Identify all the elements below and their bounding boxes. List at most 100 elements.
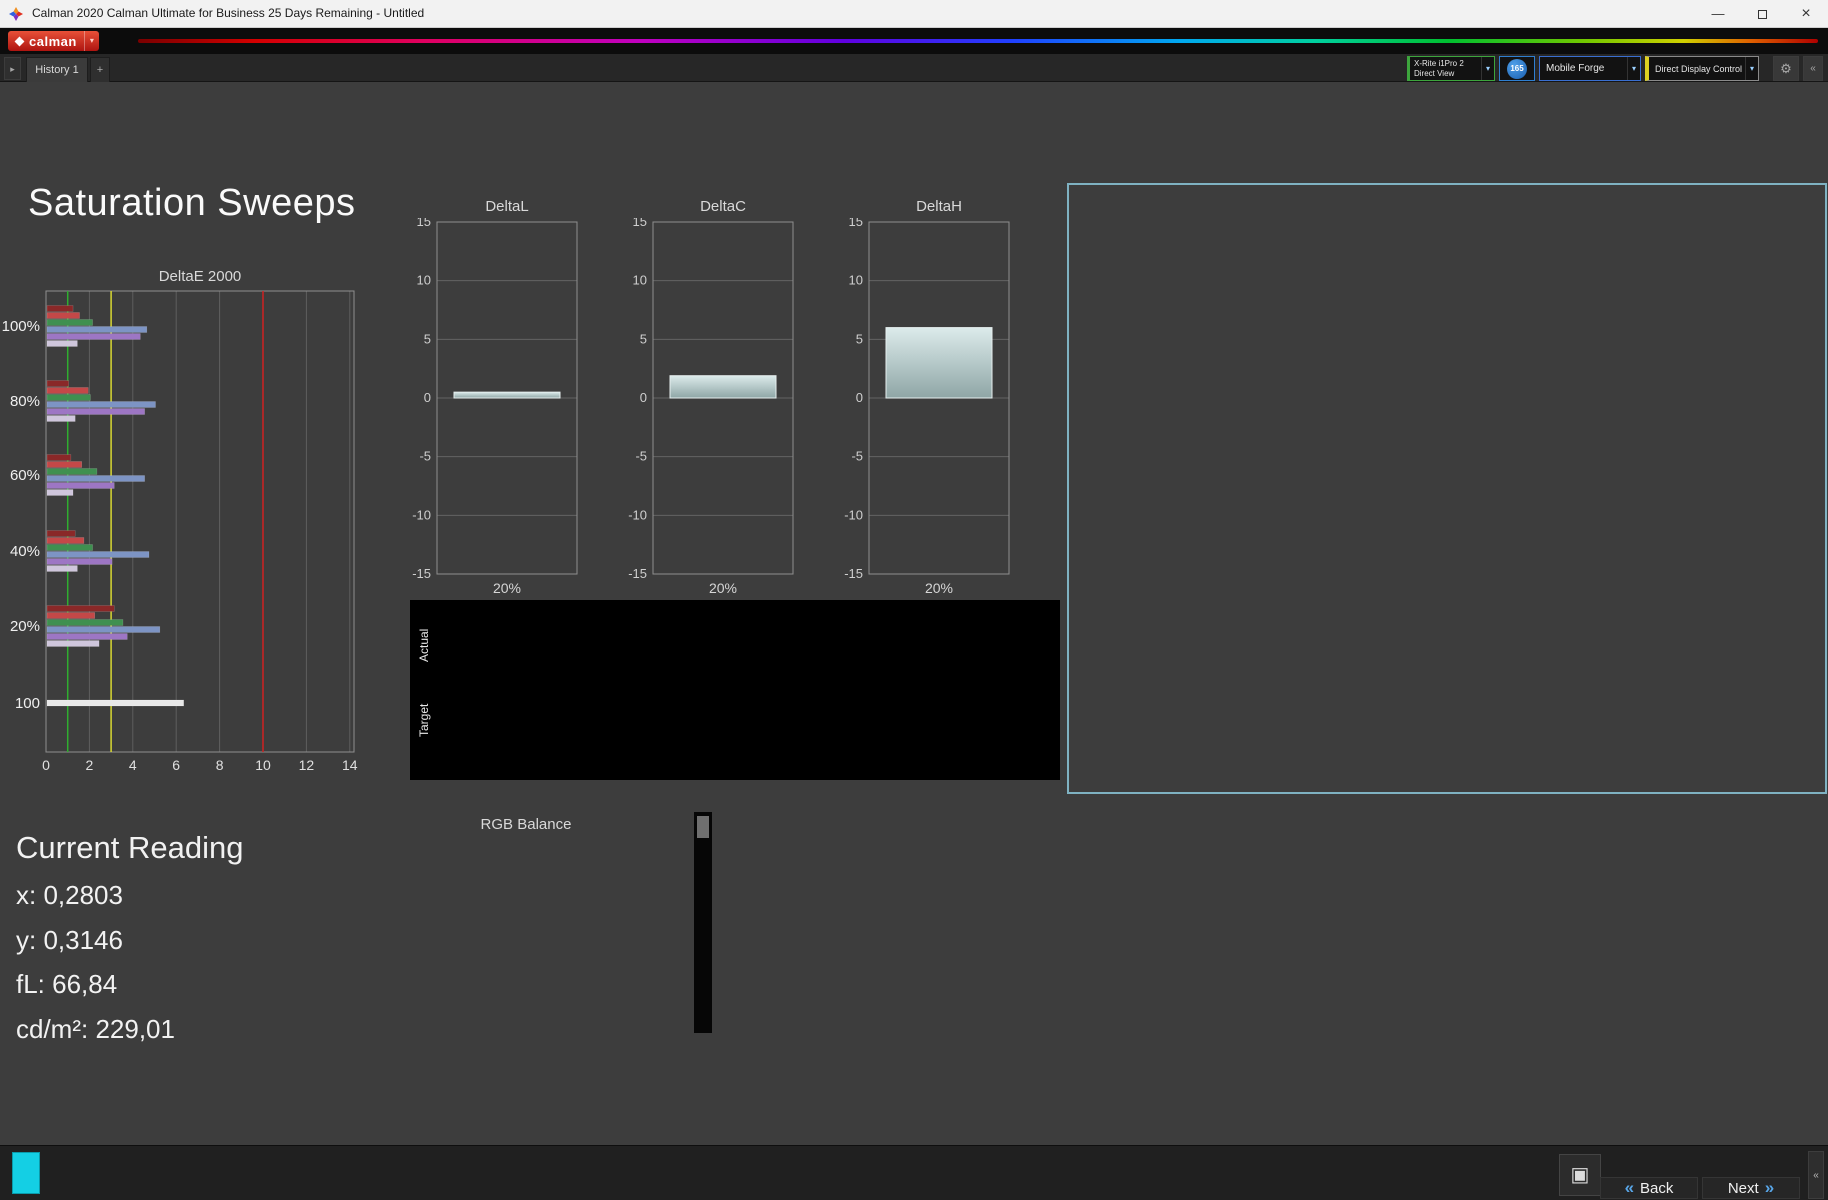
svg-text:-10: -10: [412, 507, 431, 522]
svg-text:-10: -10: [628, 507, 647, 522]
pattern-window-button[interactable]: ▣: [1559, 1154, 1601, 1196]
title-bar: Calman 2020 Calman Ultimate for Business…: [0, 0, 1828, 28]
svg-text:8: 8: [216, 757, 224, 773]
svg-text:6: 6: [172, 757, 180, 773]
svg-text:10: 10: [849, 273, 863, 288]
svg-text:-15: -15: [628, 566, 647, 581]
svg-text:100%: 100%: [2, 318, 40, 335]
bottom-bar: ▣ « Back Next » «: [0, 1145, 1828, 1200]
svg-text:20%: 20%: [10, 618, 40, 635]
svg-text:15: 15: [633, 218, 647, 229]
brand-bar: calman ▾: [0, 28, 1828, 54]
tab-scroll-button[interactable]: ▸: [4, 57, 21, 80]
delta-e-chart: DeltaE 2000 0 2 4 6 8 10 12 14 100% 80% 60% 40% 20% 1…: [0, 266, 400, 788]
calman-logo-button[interactable]: calman ▾: [8, 31, 99, 51]
target-row-label: Target: [417, 703, 431, 738]
svg-text:5: 5: [424, 331, 431, 346]
app-icon: [9, 7, 23, 21]
svg-text:20%: 20%: [493, 580, 521, 596]
display-control-selector[interactable]: Direct Display Control ▾: [1645, 56, 1759, 81]
delta-l-chart: DeltaL 15 10 5 0 -5 -10 -15 20%: [407, 196, 583, 600]
rgb-balance-chart: RGB Balance: [358, 814, 694, 1082]
actual-target-swatch-panel: Actual Target: [410, 600, 1060, 780]
gear-icon: ⚙: [1780, 61, 1792, 76]
delta-l-plot: 15 10 5 0 -5 -10 -15 20%: [412, 218, 578, 596]
chevron-down-icon: ▾: [1745, 57, 1758, 80]
maximize-icon: [1757, 10, 1767, 20]
svg-text:60%: 60%: [10, 467, 40, 484]
svg-text:14: 14: [342, 757, 358, 773]
svg-text:-15: -15: [412, 566, 431, 581]
table-scrollbar-thumb[interactable]: [697, 816, 709, 838]
spectrum-divider: [138, 39, 1818, 43]
svg-text:40%: 40%: [10, 543, 40, 560]
svg-text:0: 0: [42, 757, 50, 773]
collapse-panel-button[interactable]: «: [1803, 56, 1823, 81]
reading-cdm2: cd/m²: 229,01: [16, 1014, 175, 1044]
source-name: Mobile Forge: [1546, 63, 1605, 74]
calman-diamond-icon: [14, 36, 25, 47]
maximize-button[interactable]: [1740, 0, 1784, 27]
cie-1931-panel: [1067, 183, 1827, 794]
delta-c-chart-title: DeltaC: [700, 198, 746, 215]
delta-h-chart-title: DeltaH: [916, 198, 962, 215]
meter-name: X-Rite i1Pro 2: [1414, 58, 1464, 68]
svg-text:2: 2: [86, 757, 94, 773]
svg-text:5: 5: [640, 331, 647, 346]
next-icon: »: [1764, 1178, 1775, 1197]
svg-text:12: 12: [299, 757, 315, 773]
add-tab-button[interactable]: +: [90, 57, 110, 82]
reading-x: x: 0,2803: [16, 880, 123, 910]
delta-e-plot: 0 2 4 6 8 10 12 14 100% 80% 60% 40% 20% 100: [2, 290, 358, 773]
svg-text:20%: 20%: [925, 580, 953, 596]
meter-selector[interactable]: X-Rite i1Pro 2 Direct View ▾: [1407, 56, 1495, 81]
next-label: Next: [1727, 1179, 1759, 1197]
pattern-preview-thumbnail[interactable]: [12, 1152, 40, 1194]
svg-text:10: 10: [255, 757, 271, 773]
reading-y: y: 0,3146: [16, 925, 123, 955]
minimize-button[interactable]: —: [1696, 0, 1740, 27]
delta-c-chart: DeltaC 15 10 5 0 -5 -10 -15 20%: [623, 196, 799, 600]
patch-count-badge[interactable]: 165: [1499, 56, 1535, 81]
back-button[interactable]: « Back: [1600, 1177, 1698, 1199]
svg-text:0: 0: [856, 390, 863, 405]
svg-text:-5: -5: [851, 449, 863, 464]
tab-bar: ▸ History 1 + X-Rite i1Pro 2 Direct View…: [0, 54, 1828, 82]
chevron-down-icon: ▾: [1481, 57, 1494, 80]
reading-fl: fL: 66,84: [16, 969, 118, 999]
rgb-balance-chart-title: RGB Balance: [480, 816, 572, 833]
bar-collapse-button[interactable]: «: [1808, 1151, 1824, 1199]
svg-text:15: 15: [417, 218, 431, 229]
back-icon: «: [1624, 1178, 1635, 1197]
next-button[interactable]: Next »: [1702, 1177, 1800, 1199]
svg-text:0: 0: [640, 390, 647, 405]
chevron-down-icon: ▾: [1627, 57, 1640, 80]
meter-mode: Direct View: [1414, 68, 1455, 78]
table-scrollbar[interactable]: [694, 812, 712, 1033]
close-button[interactable]: ×: [1784, 0, 1828, 27]
delta-h-chart: DeltaH 15 10 5 0 -5 -10 -15 20%: [839, 196, 1015, 600]
svg-text:10: 10: [417, 273, 431, 288]
svg-text:-5: -5: [419, 449, 431, 464]
svg-text:15: 15: [849, 218, 863, 229]
delta-e-chart-title: DeltaE 2000: [158, 268, 242, 285]
svg-text:0: 0: [424, 390, 431, 405]
delta-l-chart-title: DeltaL: [485, 198, 529, 215]
tab-history-1[interactable]: History 1: [26, 57, 88, 82]
delta-c-plot: 15 10 5 0 -5 -10 -15 20%: [628, 218, 794, 596]
svg-text:4: 4: [129, 757, 137, 773]
window-title: Calman 2020 Calman Ultimate for Business…: [32, 6, 425, 20]
chevron-down-icon[interactable]: ▾: [83, 31, 94, 51]
calman-logo-text: calman: [29, 33, 77, 49]
svg-text:-10: -10: [844, 507, 863, 522]
settings-button[interactable]: ⚙: [1773, 56, 1799, 81]
svg-text:5: 5: [856, 331, 863, 346]
svg-text:100: 100: [15, 695, 40, 712]
actual-row-label: Actual: [417, 628, 431, 663]
source-selector[interactable]: Mobile Forge ▾: [1539, 56, 1641, 81]
badge-value: 165: [1507, 58, 1527, 79]
cie-1931-plot: [1069, 185, 1825, 792]
svg-text:80%: 80%: [10, 393, 40, 410]
application-window: Calman 2020 Calman Ultimate for Business…: [0, 0, 1828, 1200]
rgb-balance-plot: [358, 836, 694, 1082]
